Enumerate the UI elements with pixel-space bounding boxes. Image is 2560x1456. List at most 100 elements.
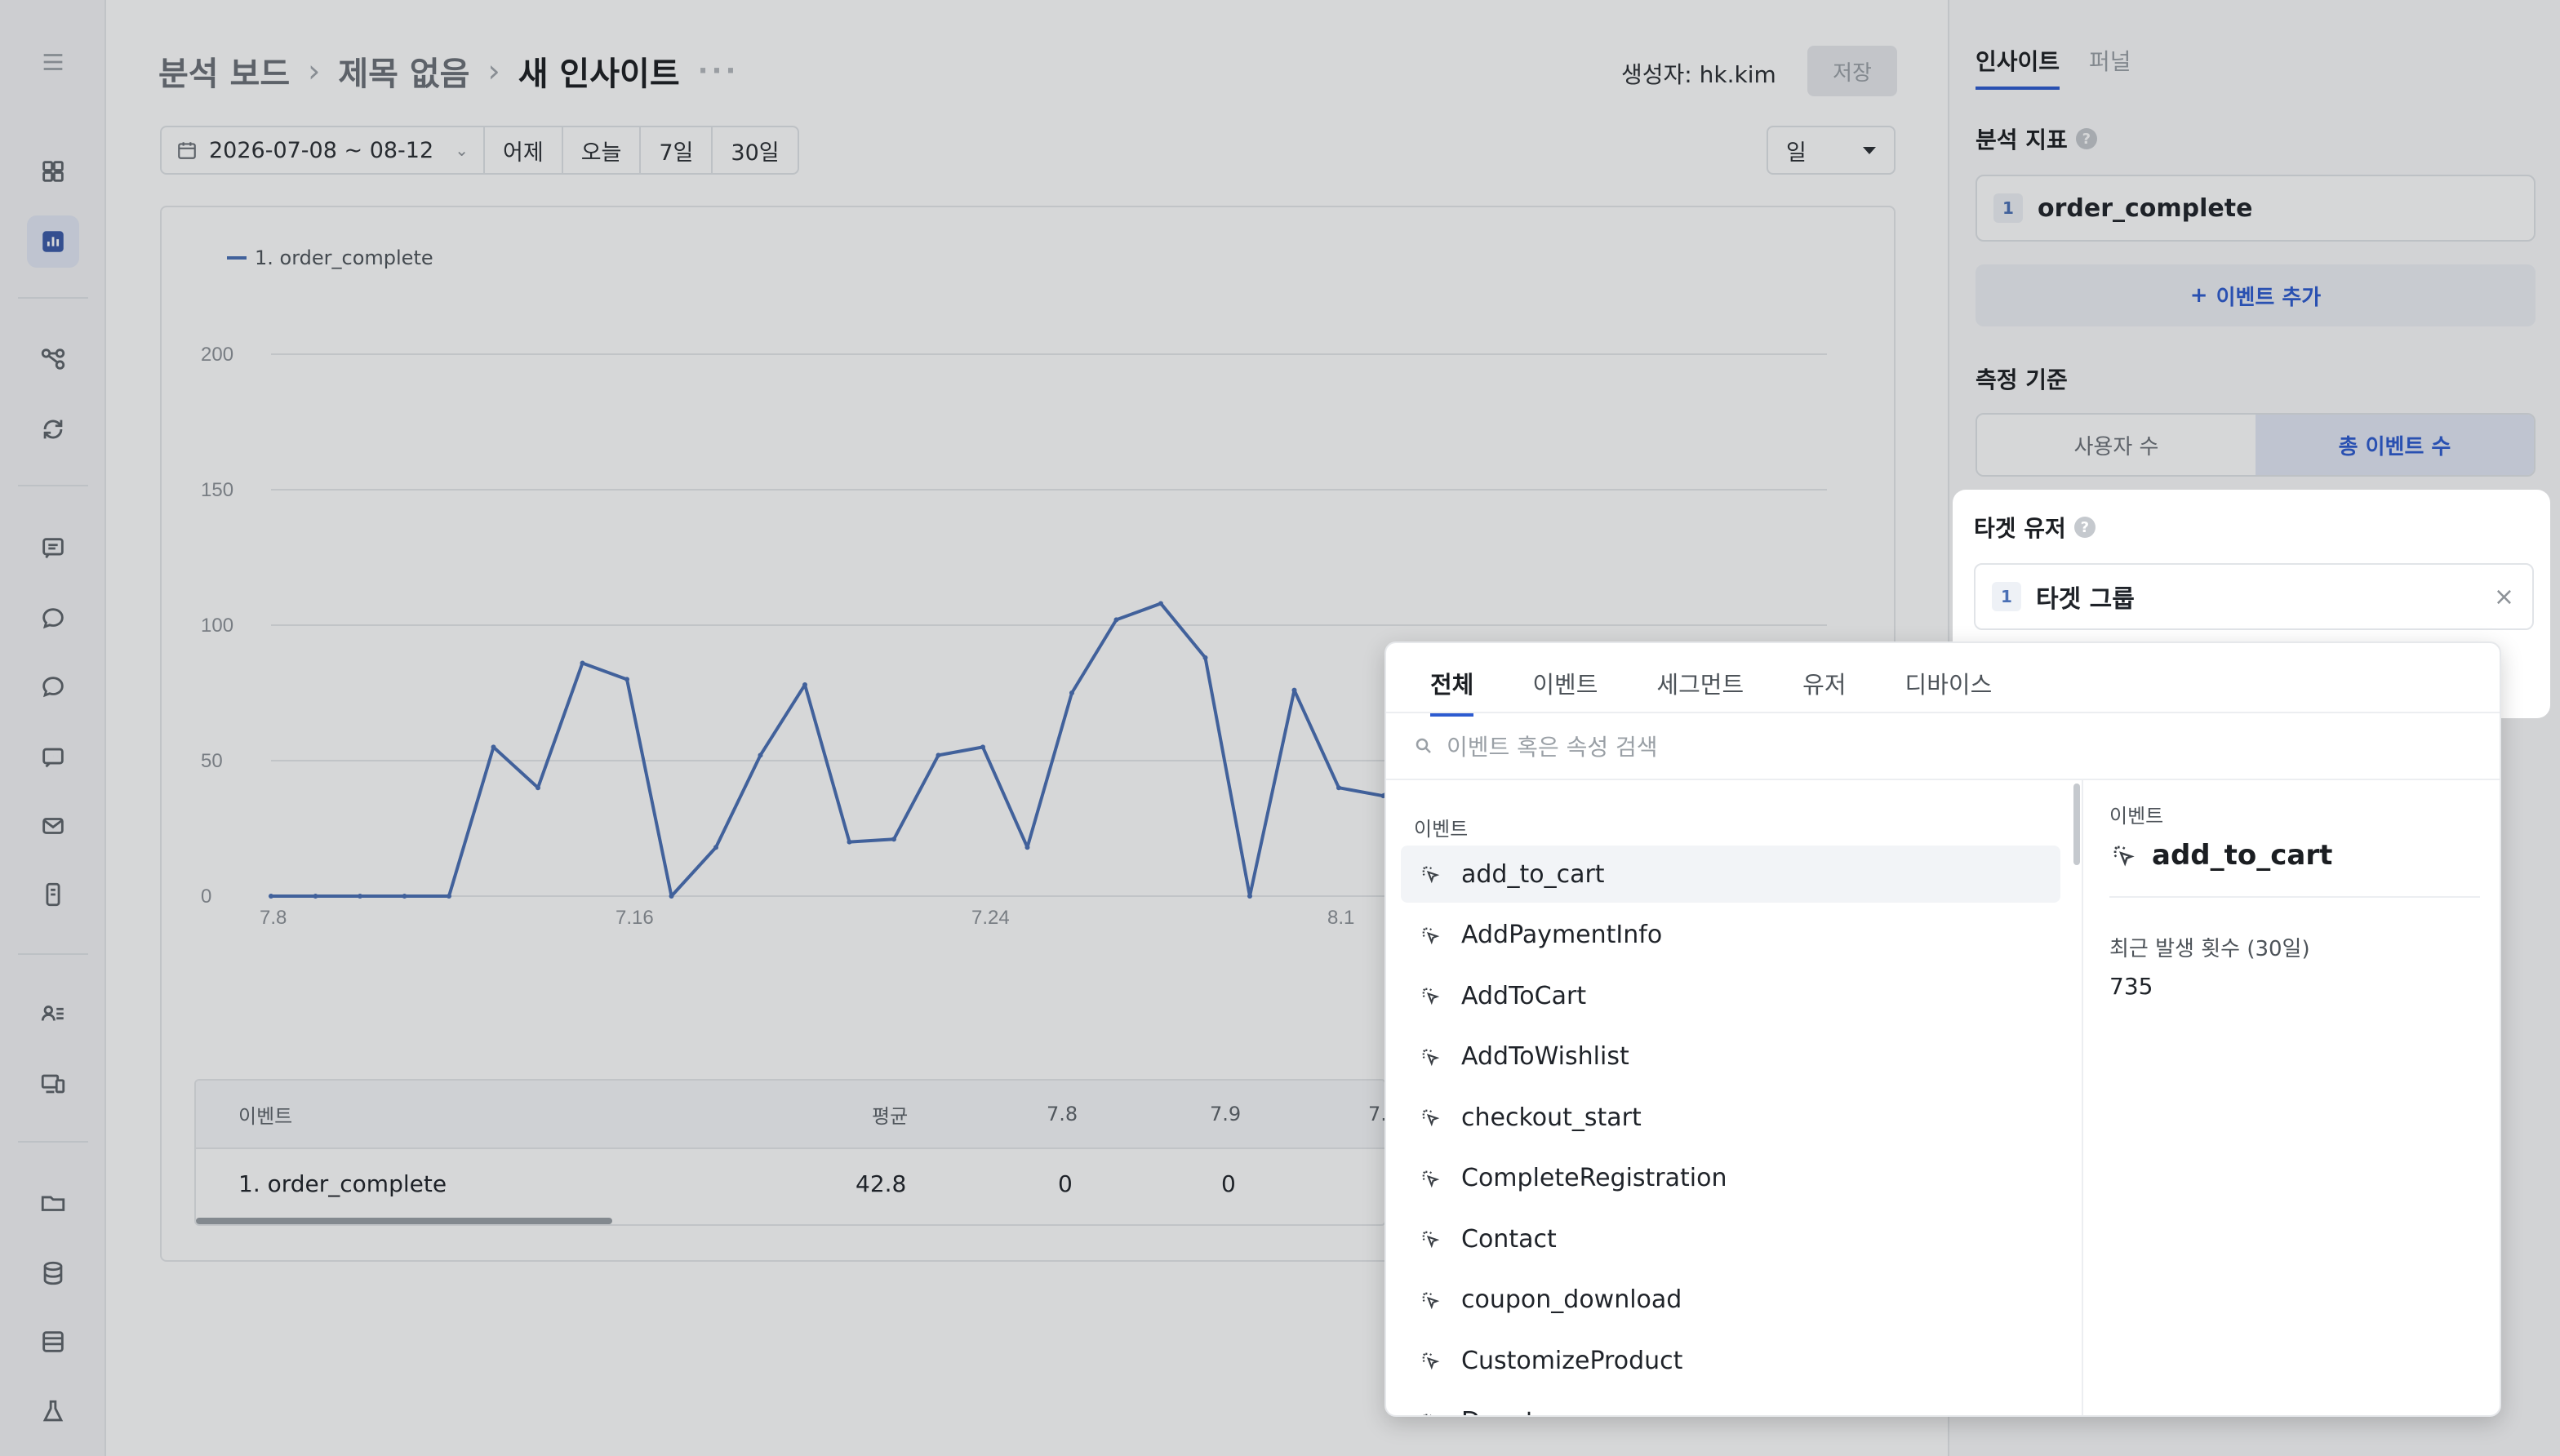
target-title-text: 타겟 유저 [1974, 515, 2066, 542]
quick-yesterday-button[interactable]: 어제 [485, 127, 563, 173]
help-icon[interactable]: ? [2075, 128, 2097, 149]
data-point[interactable] [713, 845, 718, 850]
col-header-event[interactable]: 이벤트 [238, 1081, 292, 1147]
breadcrumb-board[interactable]: 분석 보드 [158, 47, 290, 95]
detail-type-label: 이벤트 [2109, 805, 2164, 828]
y-tick-label: 150 [201, 479, 233, 501]
detail-title: add_to_cart [2109, 839, 2332, 872]
col-header-date[interactable]: 7.8 [1047, 1081, 1078, 1147]
list-item[interactable]: AddPaymentInfo [1401, 907, 2060, 964]
data-point[interactable] [269, 894, 273, 899]
user-list-icon[interactable] [27, 988, 79, 1040]
table-list-icon[interactable] [27, 1316, 79, 1368]
message-board-icon[interactable] [27, 522, 79, 575]
dashboard-icon[interactable] [27, 145, 79, 198]
click-event-icon [1422, 1352, 1440, 1370]
col-header-avg[interactable]: 평균 [872, 1081, 908, 1147]
data-point[interactable] [1202, 655, 1208, 660]
close-icon[interactable]: × [2494, 583, 2514, 611]
table-row[interactable]: 1. order_complete 42.8 0 0 [196, 1149, 1384, 1218]
col-header-date[interactable]: 7.1 [1368, 1081, 1384, 1147]
tab-users[interactable]: 유저 [1802, 666, 1846, 717]
list-item[interactable]: AddToWishlist [1401, 1028, 2060, 1085]
metric-section-title: 분석 지표 ? [1976, 122, 2097, 155]
help-icon[interactable]: ? [2073, 517, 2096, 538]
insight-chart-icon[interactable] [27, 215, 79, 268]
col-header-date[interactable]: 7.9 [1210, 1081, 1241, 1147]
list-item[interactable]: CompleteRegistration [1401, 1150, 2060, 1207]
database-icon[interactable] [27, 1247, 79, 1299]
quick-7days-button[interactable]: 7일 [641, 127, 713, 173]
tab-devices[interactable]: 디바이스 [1905, 666, 1993, 717]
data-point[interactable] [1336, 785, 1341, 791]
add-event-button[interactable]: + 이벤트 추가 [1976, 264, 2536, 326]
list-item[interactable]: Contact [1401, 1210, 2060, 1267]
refresh-cycle-icon[interactable] [27, 403, 79, 455]
funnel-flow-icon[interactable] [27, 333, 79, 385]
data-point[interactable] [847, 839, 852, 845]
more-options-icon[interactable]: ··· [698, 55, 740, 87]
list-item[interactable]: CustomizeProduct [1401, 1332, 2060, 1389]
save-button[interactable]: 저장 [1807, 46, 1897, 96]
measure-users-option[interactable]: 사용자 수 [1977, 415, 2256, 475]
chat-bubble-alt-icon[interactable] [27, 661, 79, 713]
chevron-right-icon: › [308, 53, 321, 89]
folder-icon[interactable] [27, 1177, 79, 1229]
devices-icon[interactable] [27, 1058, 79, 1110]
data-point[interactable] [936, 752, 941, 758]
measure-events-option[interactable]: 총 이벤트 수 [2256, 415, 2534, 475]
click-event-icon [1423, 1414, 1433, 1415]
list-item[interactable]: checkout_start [1401, 1089, 2060, 1146]
page-title[interactable]: 새 인사이트 [518, 47, 680, 95]
data-point[interactable] [1291, 687, 1297, 693]
list-item-label: checkout_start [1461, 1103, 1642, 1132]
data-point[interactable] [1113, 617, 1119, 623]
data-point[interactable] [1158, 601, 1163, 606]
vertical-scrollbar[interactable] [2073, 783, 2080, 865]
chat-bubble-icon[interactable] [27, 593, 79, 645]
granularity-select[interactable]: 일 [1767, 126, 1896, 175]
list-item[interactable]: add_to_cart [1401, 846, 2060, 903]
data-point[interactable] [402, 894, 407, 899]
data-point[interactable] [1069, 690, 1074, 695]
breadcrumb: 분석 보드 › 제목 없음 › 새 인사이트 ··· [158, 47, 739, 95]
series-line[interactable] [271, 601, 1429, 898]
data-point[interactable] [313, 894, 318, 899]
breadcrumb-untitled[interactable]: 제목 없음 [338, 47, 469, 95]
mail-icon[interactable] [27, 800, 79, 852]
list-item[interactable]: AddToCart [1401, 967, 2060, 1024]
data-point[interactable] [624, 677, 629, 682]
data-point[interactable] [980, 744, 985, 750]
click-event-icon [1422, 1292, 1440, 1309]
data-point[interactable] [758, 752, 763, 758]
data-point[interactable] [669, 894, 674, 899]
data-point[interactable] [447, 894, 451, 899]
target-group-item[interactable]: 1 타겟 그룹 × [1974, 563, 2534, 630]
data-point[interactable] [536, 785, 540, 791]
data-point[interactable] [1024, 845, 1030, 850]
data-point[interactable] [358, 894, 362, 899]
list-item[interactable]: coupon_download [1401, 1272, 2060, 1329]
metric-item[interactable]: 1 order_complete [1976, 175, 2536, 242]
tab-insight[interactable]: 인사이트 [1976, 44, 2060, 90]
data-point[interactable] [580, 660, 585, 666]
quick-30days-button[interactable]: 30일 [713, 127, 797, 173]
list-item[interactable]: Donate [1401, 1393, 2060, 1415]
date-range-picker[interactable]: 2026-07-08 ~ 08-12 ⌄ [162, 127, 485, 173]
click-event-icon [1422, 927, 1440, 944]
data-point[interactable] [891, 837, 896, 842]
mobile-push-icon[interactable] [27, 868, 79, 921]
comment-icon[interactable] [27, 731, 79, 783]
menu-icon[interactable] [27, 36, 79, 88]
tab-all[interactable]: 전체 [1430, 666, 1474, 717]
tab-funnel[interactable]: 퍼널 [2089, 44, 2131, 90]
search-input[interactable]: 이벤트 혹은 속성 검색 [1386, 712, 2500, 780]
data-point[interactable] [802, 682, 807, 688]
tab-segments[interactable]: 세그먼트 [1656, 666, 1744, 717]
quick-today-button[interactable]: 오늘 [563, 127, 642, 173]
data-point[interactable] [1247, 894, 1252, 899]
data-point[interactable] [491, 744, 496, 750]
lab-flask-icon[interactable] [27, 1386, 79, 1438]
horizontal-scrollbar[interactable] [196, 1218, 612, 1224]
tab-events[interactable]: 이벤트 [1532, 666, 1598, 717]
